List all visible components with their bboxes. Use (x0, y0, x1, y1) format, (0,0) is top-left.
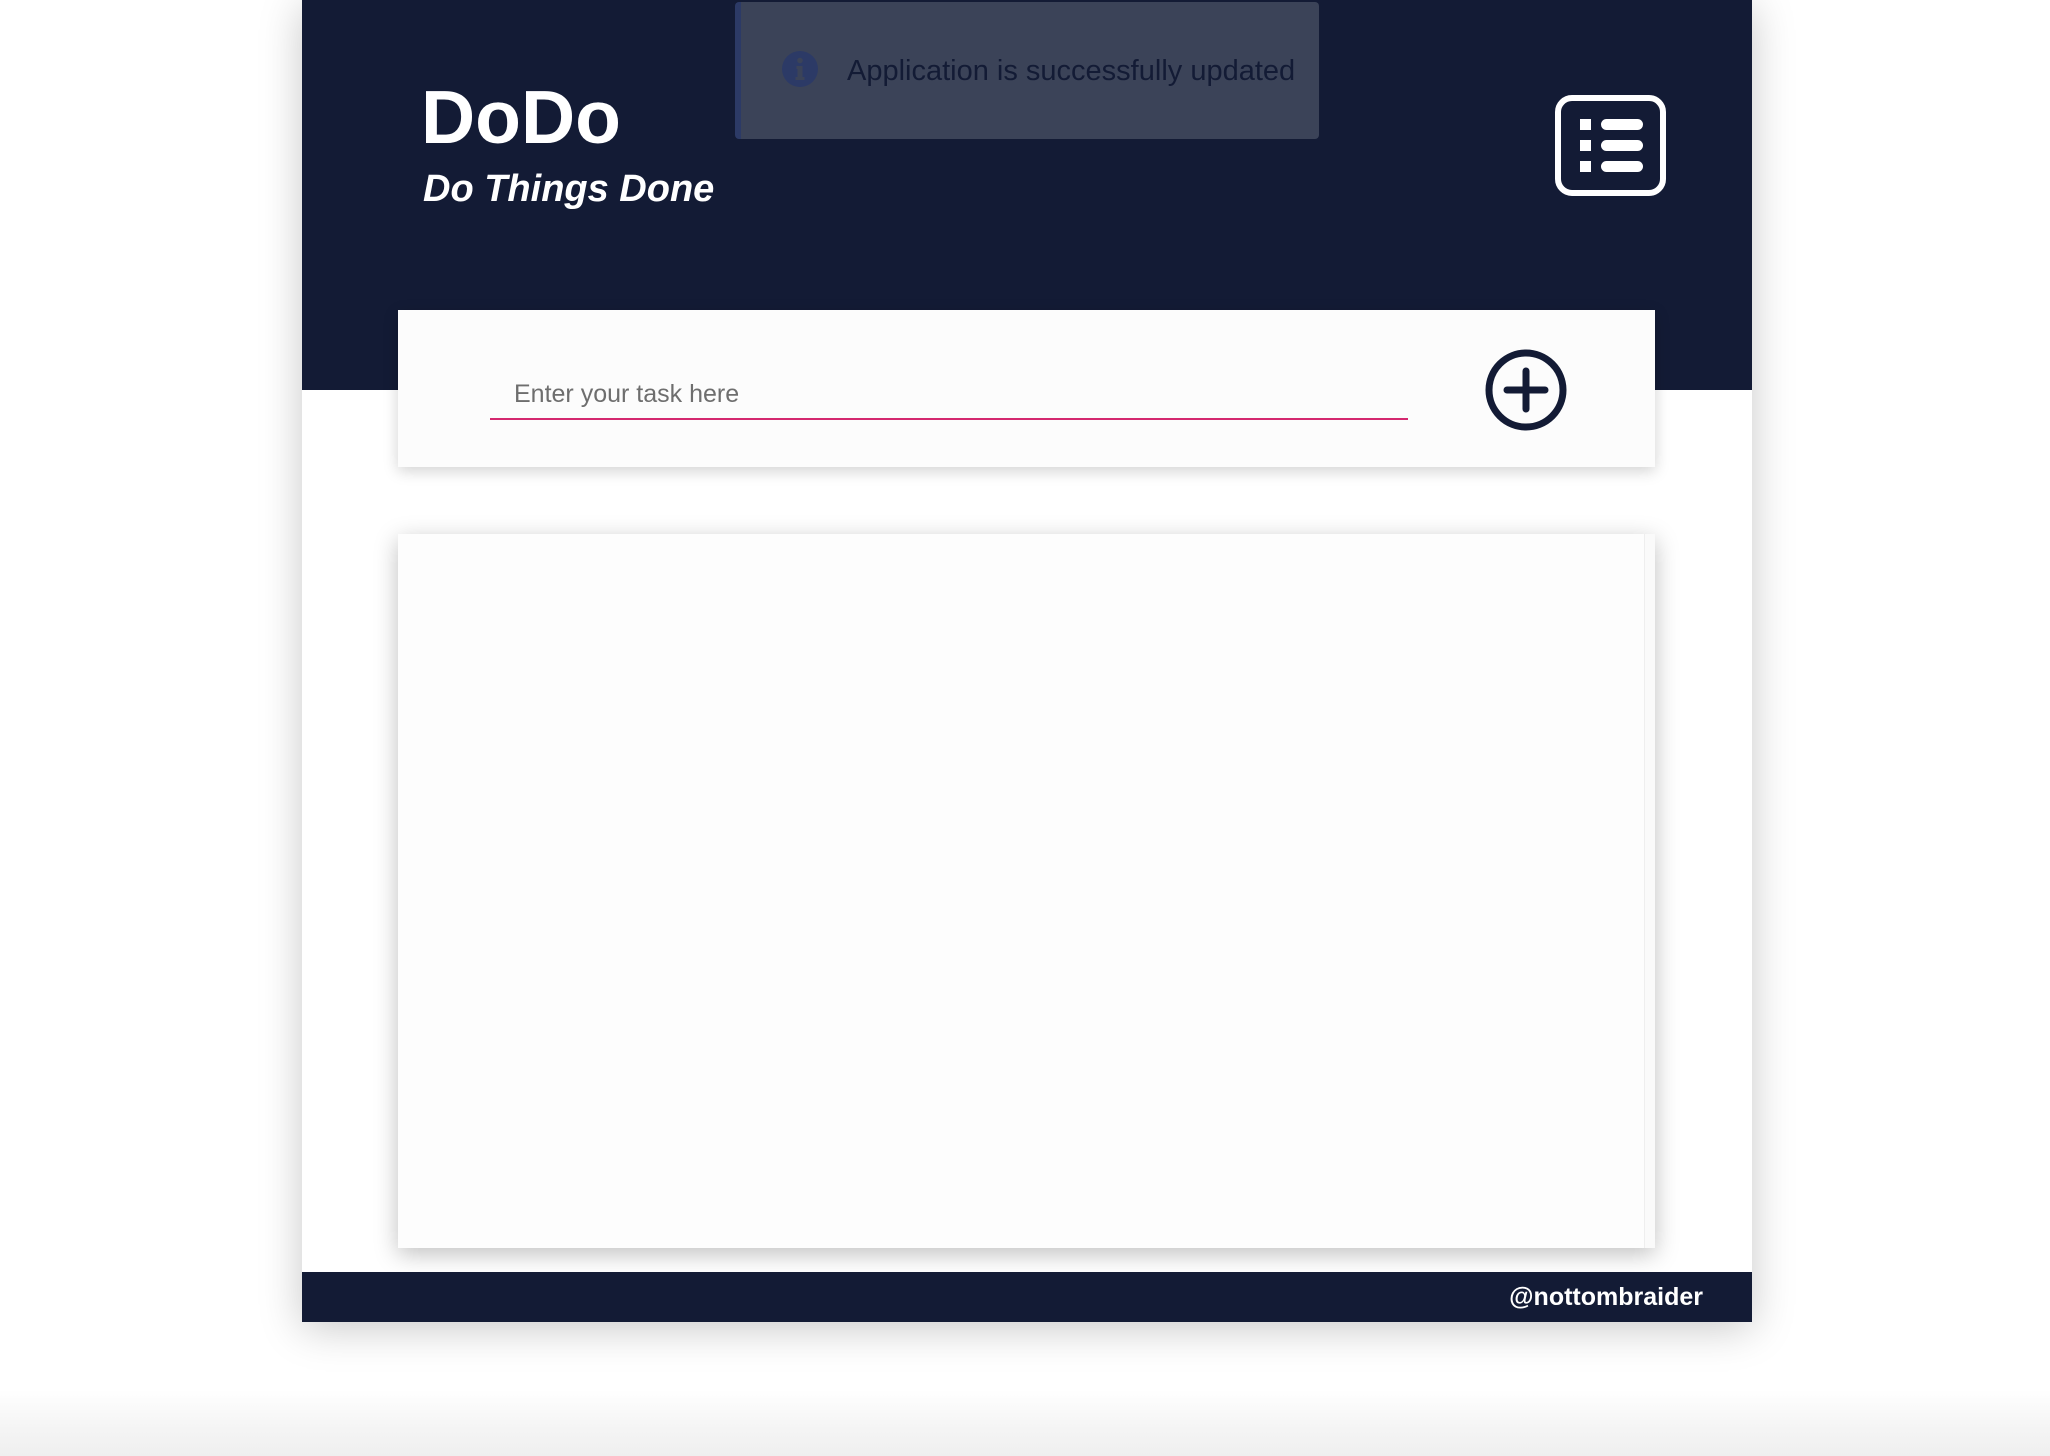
list-menu-button[interactable] (1555, 95, 1666, 196)
notification-message: Application is successfully updated (847, 55, 1296, 87)
footer: @nottombraider (302, 1272, 1752, 1322)
footer-credit-link[interactable]: @nottombraider (1509, 1282, 1703, 1312)
add-task-button[interactable] (1485, 349, 1567, 431)
task-list-panel (398, 534, 1655, 1248)
app-container: DoDo Do Things Done Application is succe… (302, 0, 1752, 1322)
update-notification: Application is successfully updated (735, 2, 1319, 139)
task-list-scrollbar[interactable] (1644, 534, 1655, 1248)
list-icon (1555, 95, 1666, 196)
app-subtitle: Do Things Done (423, 168, 715, 210)
app-title: DoDo (421, 75, 621, 159)
page-background (0, 1390, 2050, 1456)
plus-circle-icon (1485, 349, 1567, 431)
info-icon (782, 51, 818, 87)
task-input[interactable] (490, 370, 1408, 420)
task-entry-card (398, 310, 1655, 467)
